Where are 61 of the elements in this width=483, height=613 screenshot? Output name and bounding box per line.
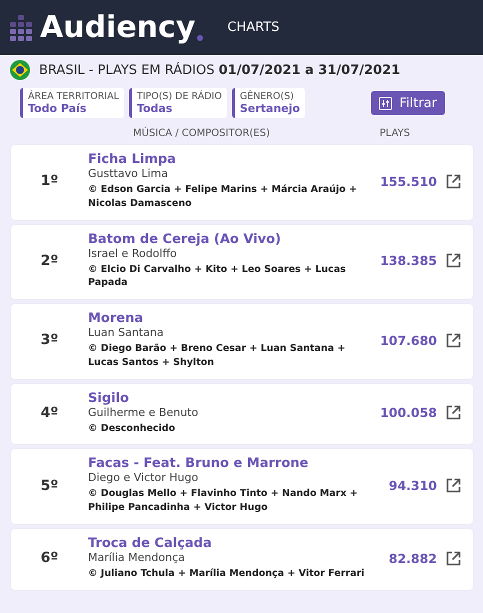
song-title: Batom de Cereja (Ao Vivo) — [88, 232, 282, 247]
song-title: Sigilo — [88, 390, 130, 406]
artist-name: Marília Mendonça — [88, 550, 186, 564]
logo-dot-icon — [197, 35, 204, 41]
chart-row-card[interactable]: 6º Troca de Calçada Marília Mendonça © Juliano Tchula + Marília Mendonça + Vitor Ferrari 82.882 — [11, 528, 473, 590]
sliders-icon — [379, 96, 392, 110]
external-link-icon[interactable] — [446, 405, 461, 420]
chart-row-card[interactable]: 4º Sigilo Guilherme e Benuto © Desconhecido 100.058 — [11, 384, 473, 444]
external-link-icon[interactable] — [446, 253, 461, 268]
column-header: MÚSICA / COMPOSITOR(ES) — [133, 128, 270, 139]
song-title: Facas - Feat. Bruno e Marrone — [88, 456, 310, 472]
plays-count: 94.310 — [388, 478, 437, 494]
external-link-icon[interactable] — [446, 550, 461, 566]
rank: 3º — [40, 332, 60, 348]
external-link-icon[interactable] — [446, 174, 461, 189]
logo-icon — [10, 12, 32, 42]
external-link-icon[interactable] — [446, 332, 461, 348]
artist-name: Gusttavo Lima — [88, 167, 169, 180]
song-title: Morena — [88, 311, 144, 326]
filter-chip[interactable]: GÊNERO(S) Sertanejo — [232, 88, 305, 118]
brazil-flag-icon — [10, 60, 30, 80]
filter-chip[interactable]: ÁREA TERRITORIAL Todo País — [20, 88, 124, 118]
artist-name: Israel e Rodolffo — [88, 246, 178, 260]
plays-count: 155.510 — [380, 174, 437, 189]
chart-row-card[interactable]: 2º Batom de Cereja (Ao Vivo) Israel e Rodolffo © Elcio Di Carvalho + Kito + Leo Soares + Lucas Papada 138.385 — [11, 224, 473, 300]
charts-nav-link[interactable]: CHARTS — [227, 20, 280, 35]
composers: © Elcio Di Carvalho + Kito + Leo Soares + Lucas Papada — [88, 262, 347, 290]
artist-name: Diego e Victor Hugo — [88, 471, 200, 484]
composers: © Diego Barão + Breno Cesar + Luan Santana + Lucas Santos + Shylton — [88, 342, 346, 370]
column-header: PLAYS — [380, 128, 410, 139]
chart-row-card[interactable]: 1º Ficha Limpa Gusttavo Lima © Edson Garcia + Felipe Marins + Márcia Araújo + Nicolas Damasceno 155.510 — [11, 145, 473, 220]
composers: © Desconhecido — [88, 422, 176, 436]
chart-row-card[interactable]: 5º Facas - Feat. Bruno e Marrone Diego e Victor Hugo © Douglas Mello + Flavinho Tinto + Nando Marx + Philipe Pancadinha + Victor Hugo 94.310 — [11, 449, 473, 524]
song-title: Troca de Calçada — [88, 536, 213, 551]
plays-count: 100.058 — [380, 405, 437, 420]
filter-label: TIPO(S) DE RÁDIO — [136, 91, 222, 102]
rank: 6º — [40, 550, 60, 566]
plays-count: 82.882 — [388, 550, 437, 566]
rank: 4º — [40, 404, 60, 421]
filter-value: Sertanejo — [240, 102, 300, 115]
composers: © Edson Garcia + Felipe Marins + Márcia Araújo + Nicolas Damasceno — [88, 183, 358, 211]
filter-value: Todo País — [28, 102, 88, 115]
song-title: Ficha Limpa — [88, 152, 177, 167]
logo[interactable]: Audiency — [40, 10, 196, 45]
page-title: BRASIL - PLAYS EM RÁDIOS 01/07/2021 a 31/07/2021 — [39, 62, 400, 78]
plays-count: 138.385 — [380, 253, 437, 268]
external-link-icon[interactable] — [446, 478, 461, 494]
filter-label: GÊNERO(S) — [240, 91, 295, 102]
composers: © Douglas Mello + Flavinho Tinto + Nando Marx + Philipe Pancadinha + Victor Hugo — [88, 487, 359, 515]
rank: 1º — [40, 173, 60, 190]
artist-name: Luan Santana — [88, 326, 165, 340]
rank: 2º — [40, 252, 60, 269]
chart-row-card[interactable]: 3º Morena Luan Santana © Diego Barão + Breno Cesar + Luan Santana + Lucas Santos + Shylton 107.680 — [11, 304, 473, 379]
artist-name: Guilherme e Benuto — [88, 406, 200, 419]
filter-value: Todas — [136, 102, 174, 115]
composers: © Juliano Tchula + Marília Mendonça + Vitor Ferrari — [88, 566, 366, 581]
rank: 5º — [40, 478, 60, 494]
filter-chip[interactable]: TIPO(S) DE RÁDIO Todas — [128, 88, 227, 118]
plays-count: 107.680 — [380, 332, 437, 348]
filter-label: ÁREA TERRITORIAL — [28, 91, 119, 102]
filter-button[interactable]: Filtrar — [371, 91, 445, 115]
